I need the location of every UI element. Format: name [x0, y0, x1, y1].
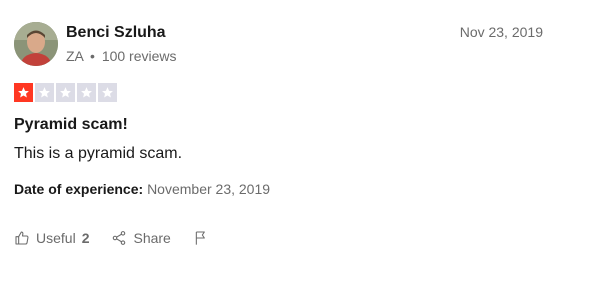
- share-label: Share: [133, 230, 171, 246]
- review-title[interactable]: Pyramid scam!: [14, 116, 128, 134]
- review-actions: Useful 2 Share: [14, 230, 209, 246]
- meta-separator: •: [90, 48, 95, 64]
- flag-icon: [193, 230, 209, 246]
- experience-label: Date of experience:: [14, 181, 144, 197]
- review-date: Nov 23, 2019: [459, 24, 543, 40]
- review-body: This is a pyramid scam.: [14, 145, 183, 162]
- report-flag-button[interactable]: [193, 230, 209, 246]
- experience-date: November 23, 2019: [147, 181, 271, 197]
- star-5-icon: [98, 83, 117, 102]
- useful-button[interactable]: Useful 2: [14, 230, 89, 246]
- reviewer-meta: ZA • 100 reviews: [66, 48, 177, 64]
- useful-label: Useful: [36, 230, 76, 246]
- share-button[interactable]: Share: [111, 230, 171, 246]
- reviewer-review-count: 100 reviews: [101, 48, 177, 64]
- reviewer-name[interactable]: Benci Szluha: [66, 24, 166, 42]
- star-rating: [14, 83, 117, 102]
- star-3-icon: [56, 83, 75, 102]
- star-1-icon: [14, 83, 33, 102]
- useful-count: 2: [81, 230, 90, 246]
- star-4-icon: [77, 83, 96, 102]
- thumbs-up-icon: [14, 230, 30, 246]
- reviewer-country: ZA: [66, 48, 84, 64]
- review-card: Benci Szluha ZA • 100 reviews Nov 23, 20…: [0, 0, 591, 288]
- avatar[interactable]: [14, 22, 58, 66]
- star-2-icon: [35, 83, 54, 102]
- date-of-experience: Date of experience: November 23, 2019: [14, 181, 270, 197]
- share-icon: [111, 230, 127, 246]
